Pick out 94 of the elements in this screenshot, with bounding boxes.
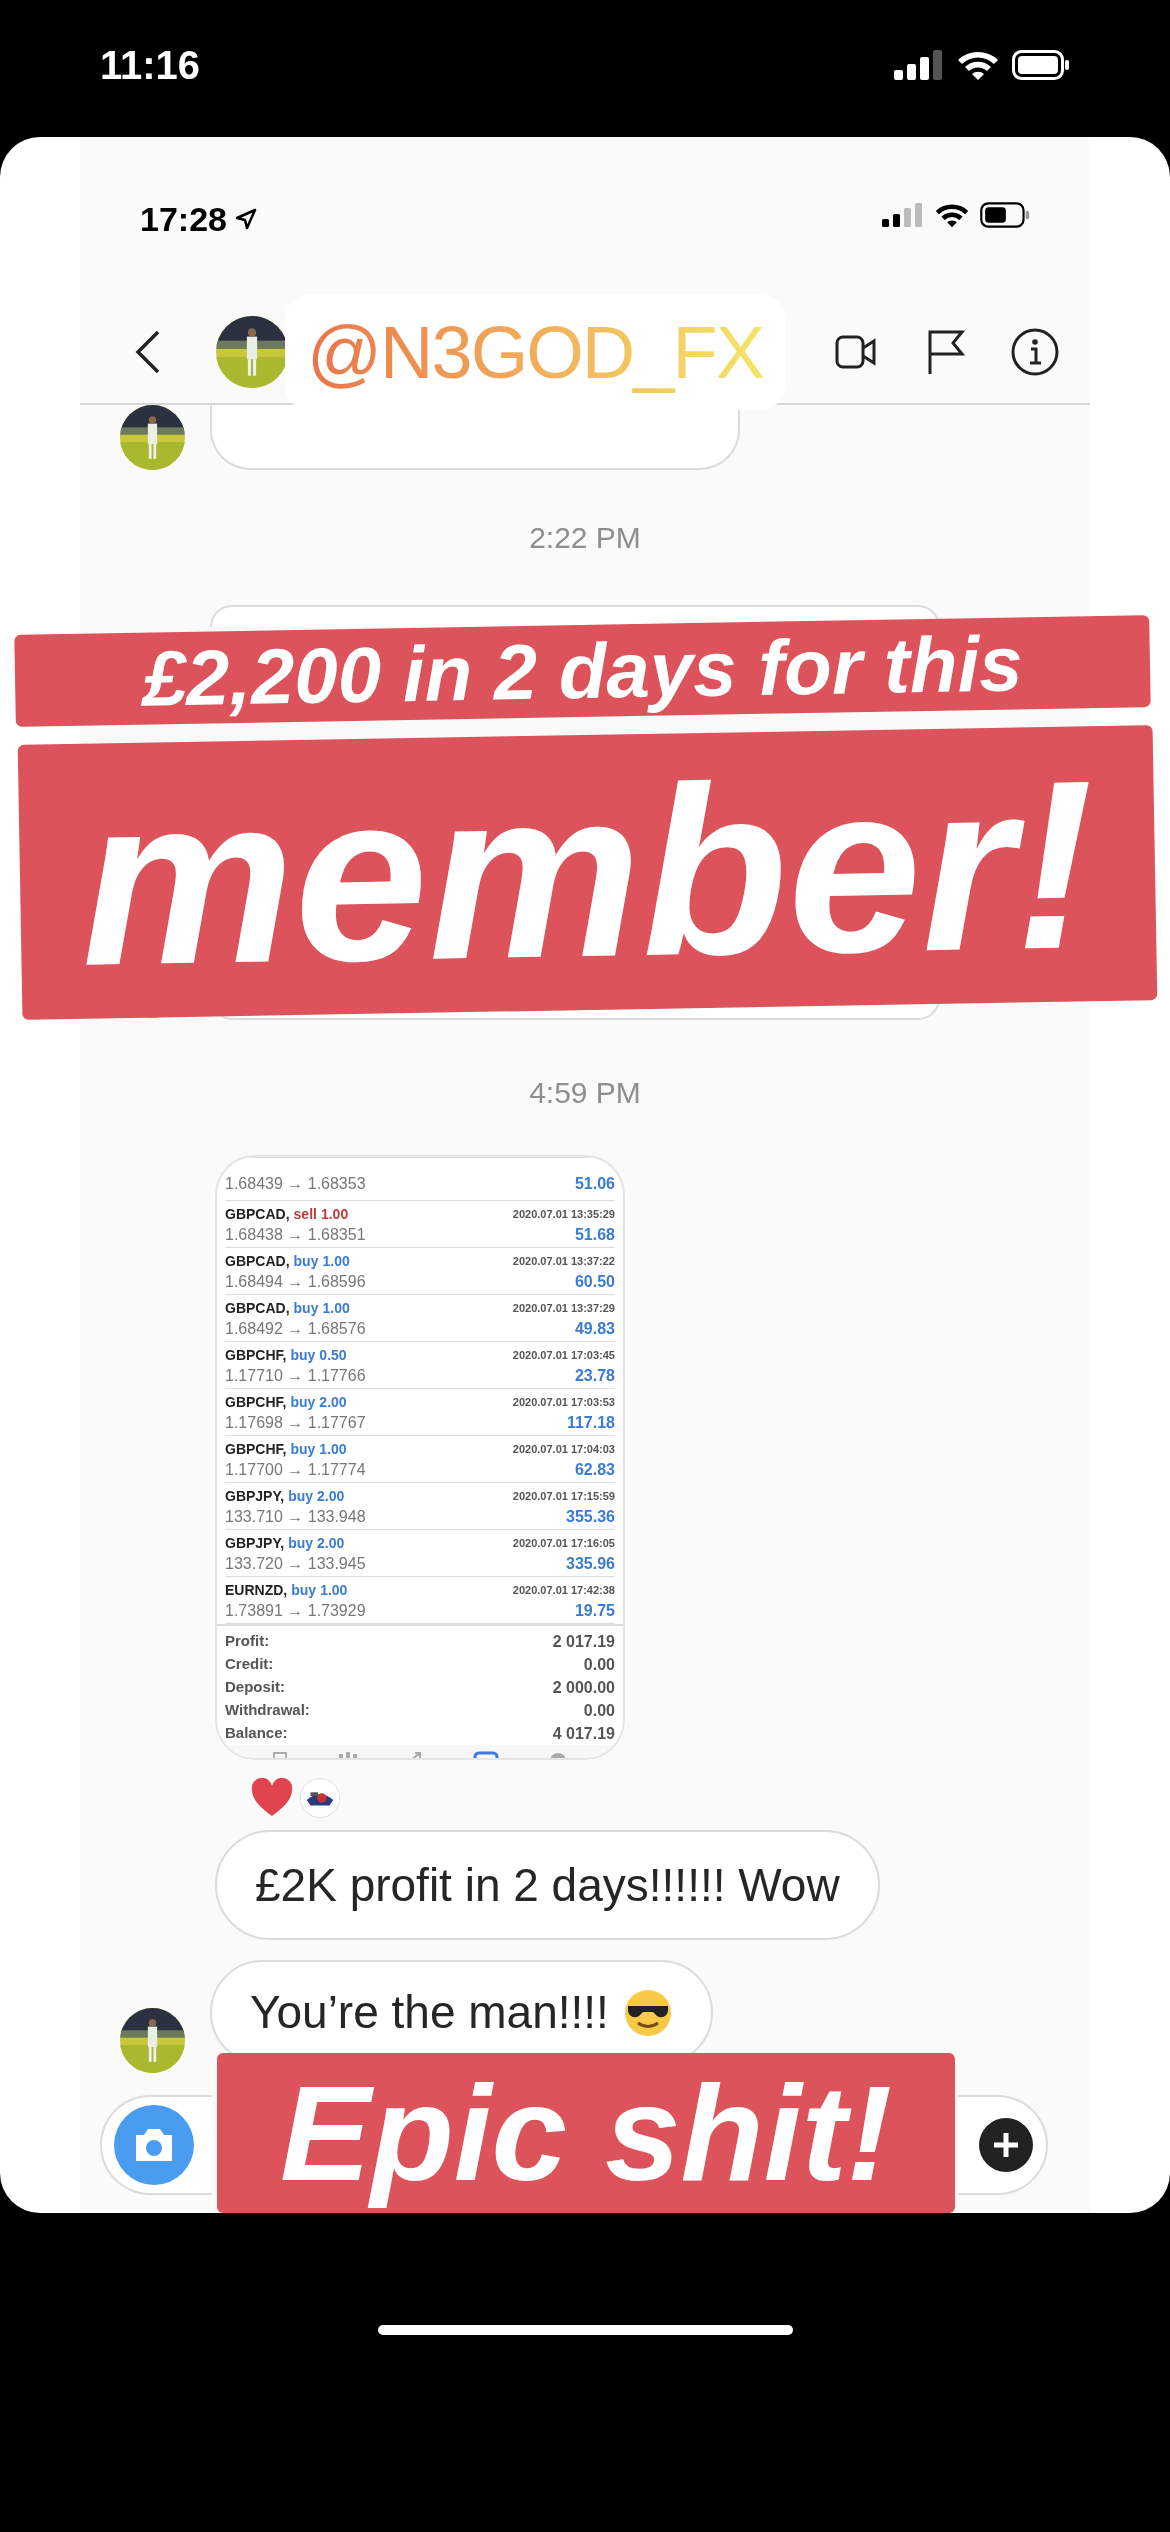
trade-prices: 1.17710 → 1.17766 [225,1365,366,1386]
trade-time: 2020.07.01 13:35:29 [512,1206,615,1222]
trade-time: 2020.07.01 13:37:22 [512,1253,615,1269]
trade-time: 2020.07.01 17:04:03 [512,1441,615,1457]
trade-symbol: GBPCAD, [225,1251,290,1271]
trade-symbol: GBPCHF, [225,1392,287,1412]
trade-symbol: GBPCHF, [225,1439,287,1459]
heart-reaction-icon [250,1778,294,1818]
trade-prices: 133.710 → 133.948 [225,1506,366,1527]
trade-time: 2020.07.01 17:03:45 [512,1347,615,1363]
trade-prices: 1.17698 → 1.17767 [225,1412,366,1433]
trade-symbol: GBPCAD, [225,1204,290,1224]
trade-prices: 1.73891 → 1.73929 [225,1600,366,1621]
summary-label: Profit: [225,1631,270,1652]
signal-icon [894,49,944,80]
trade-volume: 2.00 [317,1486,345,1506]
trade-side: sell [293,1204,317,1224]
trade-symbol: EURNZD, [225,1580,288,1600]
trade-symbol: GBPJPY, [225,1533,285,1553]
timestamp: 2:22 PM [529,520,641,556]
trade-volume: 1.00 [322,1298,350,1318]
message-text: You’re the man!!!! [250,1985,609,2040]
trade-prices: 1.68492 → 1.68576 [225,1318,366,1339]
trade-profit: 355.36 [566,1506,615,1527]
trade-prices: 133.720 → 133.945 [225,1553,366,1574]
trade-side: buy [288,1533,314,1553]
trade-profit: 335.96 [566,1553,615,1574]
trade-side: buy [293,1251,319,1271]
trade-time: 2020.07.01 17:16:05 [512,1535,615,1551]
trade-volume: 1.00 [319,1439,347,1459]
trade-prices: 1.17700 → 1.17774 [225,1459,366,1480]
add-icon[interactable] [978,2117,1034,2173]
back-icon[interactable] [135,328,161,375]
trade-profit: 62.83 [574,1459,615,1480]
trade-volume: 1.00 [320,1204,349,1224]
trade-volume: 1.00 [322,1251,350,1271]
message-bubble: £2K profit in 2 days!!!!!! Wow [215,1830,880,1940]
trade-time: 2020.07.01 17:03:53 [512,1394,615,1410]
trade-side: buy [291,1580,317,1600]
summary-label: Deposit: [225,1677,285,1698]
timestamp: 4:59 PM [529,1075,641,1111]
shared-screenshot[interactable] [215,1155,625,1760]
trade-profit: 23.78 [574,1365,615,1386]
summary-label: Withdrawal: [225,1700,310,1721]
trade-volume: 1.00 [320,1580,348,1600]
camera-icon[interactable] [114,2105,194,2185]
summary-value: 0.00 [583,1654,615,1675]
summary-label: Credit: [225,1654,274,1675]
trade-prices: 1.68438 → 1.68351 [225,1224,366,1245]
trade-time: 2020.07.01 17:42:38 [512,1582,615,1598]
trade-profit: 117.18 [566,1412,615,1433]
status-time: 11:16 [100,41,201,89]
trade-profit: 51.06 [574,1174,615,1194]
quotes-tab-icon [271,1751,288,1758]
headline-text: £2,200 in 2 days for this [141,624,1024,718]
footer-text: Epic shit! [278,2055,894,2211]
trade-prices: 1.68494 → 1.68596 [225,1271,366,1292]
trade-volume: 0.50 [319,1345,347,1365]
summary-value: 2 000.00 [552,1677,615,1698]
trade-profit: 19.75 [574,1600,615,1621]
trade-time: 2020.07.01 13:37:29 [512,1300,615,1316]
trade-time: 2020.07.01 17:15:59 [512,1488,615,1504]
trade-side: buy [290,1392,316,1412]
trade-profit: 51.68 [574,1224,615,1245]
trade-volume: 2.00 [319,1392,347,1412]
location-arrow-icon [234,208,257,230]
summary-value: 2 017.19 [552,1631,615,1652]
trade-side: buy [293,1298,319,1318]
trade-symbol: GBPCHF, [225,1345,287,1365]
trade-symbol: GBPJPY, [225,1486,285,1506]
summary-value: 0.00 [583,1700,615,1721]
signal-icon [882,203,924,227]
trade-side: buy [290,1439,316,1459]
trade-side: buy [290,1345,316,1365]
trade-prices: 1.68439 → 1.68353 [225,1174,366,1194]
sunglasses-emoji-icon [622,1987,673,2038]
trade-volume: 2.00 [317,1533,345,1553]
trade-side: buy [288,1486,314,1506]
info-icon[interactable] [1010,326,1060,377]
trade-profit: 49.83 [574,1318,615,1339]
summary-value: 4 017.19 [552,1723,615,1744]
video-call-icon[interactable] [835,333,877,370]
wifi-icon [934,202,970,228]
battery-icon [980,202,1030,228]
headline-text: member! [77,743,1098,1002]
chart-tab-icon [336,1751,359,1758]
flag-icon[interactable] [927,328,965,375]
battery-icon [1012,49,1070,80]
status-time: 17:28 [140,202,227,236]
trade-symbol: GBPCAD, [225,1298,290,1318]
message-input[interactable] [958,2095,1048,2195]
summary-label: Balance: [225,1723,288,1744]
message-input[interactable] [100,2095,212,2195]
trade-profit: 60.50 [574,1271,615,1292]
